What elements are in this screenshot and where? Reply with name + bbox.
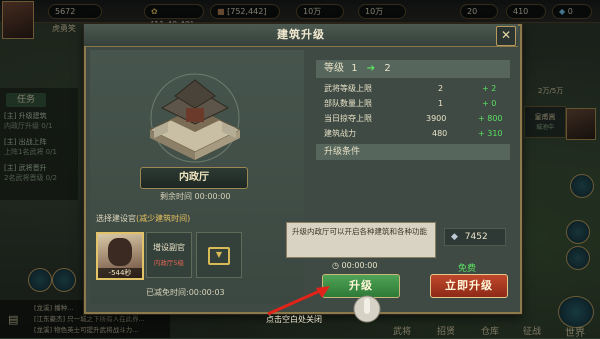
remaining-label: 剩余时间 <box>160 192 192 201</box>
instant-upgrade-button[interactable]: 立即升级 <box>430 274 508 298</box>
stat-value: 2 <box>438 84 444 93</box>
arrow-right-icon: ➔ <box>366 63 376 74</box>
lock-icon: ▼ <box>208 247 230 265</box>
stat-value: 3900 <box>426 114 447 123</box>
upgrade-tooltip: 升级内政厅可以开启各种建筑和各种功能 <box>286 222 436 258</box>
conditions-label: 升级条件 <box>324 147 361 157</box>
officer-portrait <box>108 238 132 266</box>
stat-name: 建筑战力 <box>324 129 356 138</box>
stat-value: 1 <box>438 99 444 108</box>
tutorial-hand-icon <box>352 292 382 326</box>
upgrade-time: ◷ 00:00:00 <box>332 261 377 270</box>
remaining-time: 剩余时间 00:00:00 <box>160 191 230 202</box>
stat-row: 武将等级上限 2 + 2 <box>318 82 508 96</box>
locked-officer-slot[interactable]: ▼ <box>196 232 242 278</box>
select-officer-hint: (减少建筑时间) <box>136 214 191 223</box>
stone-icon: ◆ <box>451 232 458 242</box>
building-image <box>140 68 250 163</box>
stat-delta: + 310 <box>478 129 503 138</box>
level-to: 2 <box>384 63 391 74</box>
officer-time: -544秒 <box>98 268 142 278</box>
stat-value: 480 <box>432 129 448 138</box>
building-name: 内政厅 <box>140 167 248 189</box>
select-officer-text: 选择建设官 <box>96 214 136 223</box>
stat-delta: + 0 <box>482 99 497 108</box>
cost-box: ◆ 7452 <box>444 228 506 246</box>
stat-name: 部队数量上限 <box>324 99 372 108</box>
tap-to-close-hint: 点击空白处关闭 <box>266 315 322 324</box>
clock-icon: ◷ <box>332 261 339 270</box>
stat-row: 建筑战力 480 + 310 <box>318 127 508 141</box>
saved-label: 已减免时间 <box>146 288 186 297</box>
select-officer-label: 选择建设官(减少建筑时间) <box>96 213 190 224</box>
officer-card[interactable]: -544秒 <box>96 232 144 280</box>
upgrade-time-value: 00:00:00 <box>341 261 378 270</box>
dialog-title: 建筑升级 <box>84 24 518 47</box>
saved-value: 00:00:03 <box>188 288 225 297</box>
stat-name: 武将等级上限 <box>324 84 372 93</box>
close-icon[interactable]: ✕ <box>496 26 516 46</box>
level-row: 等级 1 ➔ 2 <box>316 60 510 78</box>
tutorial-arrow-icon <box>264 282 336 318</box>
add-officer-label: 增设副官 <box>153 243 185 252</box>
level-from: 1 <box>351 63 358 74</box>
stat-name: 当日掠夺上限 <box>324 114 372 123</box>
stat-delta: + 2 <box>482 84 497 93</box>
add-officer-requirement: 内政厅5级 <box>153 259 185 267</box>
stat-delta: + 800 <box>478 114 503 123</box>
remaining-value: 00:00:00 <box>194 192 231 201</box>
stat-row: 当日掠夺上限 3900 + 800 <box>318 112 508 126</box>
saved-time: 已减免时间:00:00:03 <box>146 288 225 297</box>
stat-row: 部队数量上限 1 + 0 <box>318 97 508 111</box>
free-label: 免费 <box>458 264 477 274</box>
conditions-header: 升级条件 <box>316 144 510 160</box>
add-officer-slot[interactable]: 增设副官 内政厅5级 <box>146 232 192 278</box>
level-label: 等级 <box>324 63 344 74</box>
cost-value: 7452 <box>464 232 488 242</box>
